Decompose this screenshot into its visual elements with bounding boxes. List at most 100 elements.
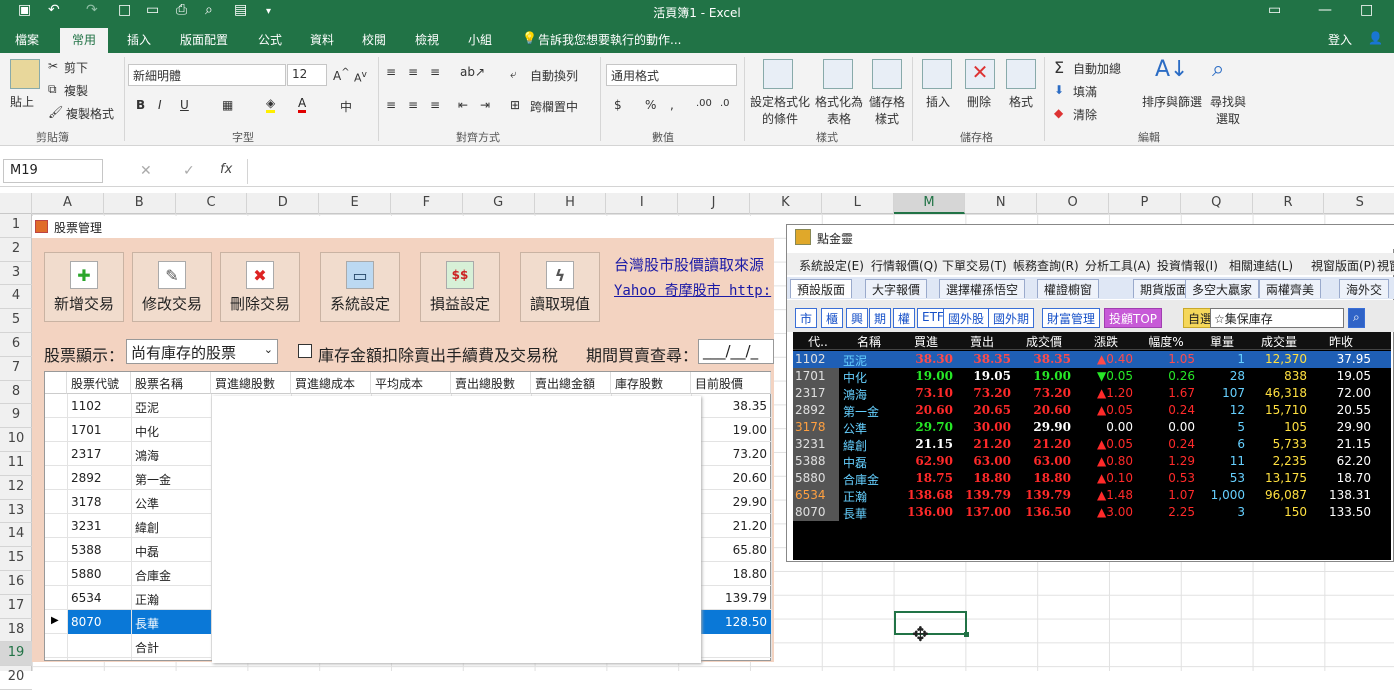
percent-icon[interactable]: % bbox=[645, 98, 656, 112]
fill-color-icon[interactable]: ◈ bbox=[266, 96, 276, 113]
copy-button[interactable]: 複製 bbox=[64, 82, 88, 99]
quote-header-6[interactable]: 漲跌 bbox=[1077, 333, 1135, 350]
row-header-12[interactable]: 12 bbox=[0, 476, 32, 500]
grid-header-8[interactable]: 庫存股數 bbox=[611, 372, 691, 394]
selected-cell[interactable] bbox=[894, 611, 969, 637]
wrap-text-icon[interactable]: ⤶ bbox=[510, 67, 517, 82]
column-header-q[interactable]: Q bbox=[1181, 193, 1253, 214]
quote-menu-item-3[interactable]: 下單交易(T) bbox=[942, 257, 1007, 274]
quote-header-1[interactable]: 代.. bbox=[795, 333, 841, 350]
row-header-6[interactable]: 6 bbox=[0, 333, 32, 357]
minimize-icon[interactable]: — bbox=[1318, 2, 1332, 18]
quote-tool-10[interactable]: 投顧TOP bbox=[1104, 308, 1163, 328]
quote-header-4[interactable]: 賣出 bbox=[953, 333, 1011, 350]
row-header-7[interactable]: 7 bbox=[0, 357, 32, 381]
column-header-k[interactable]: K bbox=[750, 193, 822, 214]
row-header-17[interactable]: 17 bbox=[0, 595, 32, 619]
quote-row[interactable]: 3178 公準 29.70 30.00 29.90 0.00 0.00 5 105 29.90 bbox=[793, 419, 1391, 436]
column-header-n[interactable]: N bbox=[965, 193, 1038, 214]
tab-file[interactable]: 檔案 bbox=[15, 31, 39, 48]
font-color-icon[interactable]: A bbox=[298, 96, 307, 113]
grid-header-2[interactable]: 股票名稱 bbox=[131, 372, 211, 394]
tab-view[interactable]: 檢視 bbox=[415, 31, 439, 48]
format-cells-icon[interactable] bbox=[1006, 59, 1036, 89]
edit-trade-button[interactable]: ✎ 修改交易 bbox=[132, 252, 212, 322]
conditional-format-icon[interactable] bbox=[763, 59, 793, 89]
orientation-icon[interactable]: ab↗ bbox=[460, 65, 485, 79]
quote-tool-3[interactable]: 興 bbox=[846, 308, 869, 328]
bold-icon[interactable]: B bbox=[136, 98, 145, 112]
quote-menu-item-4[interactable]: 帳務查詢(R) bbox=[1013, 257, 1079, 274]
quote-row[interactable]: 5388 中磊 62.90 63.00 63.00 ▲0.80 1.29 11 2,235 62.… bbox=[793, 453, 1391, 470]
row-header-14[interactable]: 14 bbox=[0, 523, 32, 548]
align-top-icon[interactable]: ≡ bbox=[386, 65, 396, 79]
formula-input[interactable] bbox=[247, 159, 1394, 184]
watchlist-select[interactable]: ☆集保庫存 bbox=[1210, 308, 1344, 328]
row-header-1[interactable]: 1 bbox=[0, 214, 32, 238]
align-center-icon[interactable]: ≡ bbox=[408, 98, 418, 112]
quote-menu-item-9[interactable]: 視窗 bbox=[1377, 257, 1394, 274]
column-header-a[interactable]: A bbox=[32, 193, 104, 214]
quote-tool-1[interactable]: 市 bbox=[795, 308, 818, 328]
quote-header-2[interactable]: 名稱 bbox=[841, 333, 897, 350]
delete-trade-button[interactable]: ✖ 刪除交易 bbox=[220, 252, 300, 322]
yahoo-link[interactable]: Yahoo 奇摩股市 http: bbox=[614, 280, 774, 300]
cut-button[interactable]: 剪下 bbox=[64, 59, 88, 76]
quote-tab-1[interactable]: 預設版面 bbox=[790, 279, 853, 298]
quote-menu-item-7[interactable]: 相關連結(L) bbox=[1229, 257, 1293, 274]
italic-icon[interactable]: I bbox=[158, 98, 162, 112]
column-header-m[interactable]: M bbox=[893, 193, 966, 214]
grid-header-3[interactable]: 買進總股數 bbox=[211, 372, 291, 394]
column-header-o[interactable]: O bbox=[1037, 193, 1109, 214]
copy-icon[interactable]: ⧉ bbox=[48, 82, 57, 97]
display-select[interactable]: 尚有庫存的股票 ⌄ bbox=[126, 339, 278, 364]
merge-center-button[interactable]: 跨欄置中 bbox=[530, 98, 578, 115]
align-middle-icon[interactable]: ≡ bbox=[408, 65, 418, 79]
font-name-select[interactable]: 新細明體 bbox=[128, 64, 286, 86]
grid-header-5[interactable]: 平均成本 bbox=[371, 372, 451, 394]
column-header-g[interactable]: G bbox=[463, 193, 535, 214]
quote-row[interactable]: 3231 緯創 21.15 21.20 21.20 ▲0.05 0.24 6 5,733 21.1… bbox=[793, 436, 1391, 453]
format-painter-button[interactable]: 複製格式 bbox=[66, 105, 114, 122]
column-header-l[interactable]: L bbox=[822, 193, 894, 214]
tab-insert[interactable]: 插入 bbox=[127, 31, 151, 48]
row-header-13[interactable]: 13 bbox=[0, 500, 32, 524]
align-right-icon[interactable]: ≡ bbox=[430, 98, 440, 112]
row-header-16[interactable]: 16 bbox=[0, 571, 32, 595]
quote-row[interactable]: 1701 中化 19.00 19.05 19.00 ▼0.05 0.26 28 838 19.05 bbox=[793, 368, 1391, 385]
find-select-button[interactable]: 尋找與選取 bbox=[1208, 93, 1248, 127]
sign-in-link[interactable]: 登入 bbox=[1328, 31, 1352, 48]
grow-font-icon[interactable]: A^ bbox=[333, 67, 350, 83]
select-all-corner[interactable] bbox=[0, 193, 32, 214]
comma-icon[interactable]: , bbox=[670, 98, 674, 112]
delete-cells-icon[interactable]: ✕ bbox=[965, 59, 995, 89]
phonetic-icon[interactable]: 中 bbox=[340, 98, 352, 115]
decrease-indent-icon[interactable]: ⇤ bbox=[458, 98, 468, 112]
font-size-select[interactable]: 12 bbox=[287, 64, 327, 86]
system-settings-button[interactable]: ▭ 系統設定 bbox=[320, 252, 400, 322]
align-left-icon[interactable]: ≡ bbox=[386, 98, 396, 112]
autosum-button[interactable]: 自動加總 bbox=[1073, 60, 1121, 77]
quote-tool-4[interactable]: 期 bbox=[869, 308, 892, 328]
quote-tool-8[interactable]: 國外期 bbox=[988, 308, 1035, 328]
column-header-i[interactable]: I bbox=[606, 193, 679, 214]
column-header-j[interactable]: J bbox=[678, 193, 750, 214]
quote-header-7[interactable]: 幅度% bbox=[1137, 333, 1195, 350]
underline-icon[interactable]: U bbox=[180, 98, 189, 112]
cut-icon[interactable]: ✂ bbox=[48, 59, 58, 73]
conditional-format-button[interactable]: 設定格式化的條件 bbox=[750, 93, 810, 127]
format-painter-icon[interactable]: 🖌 bbox=[48, 105, 63, 119]
quote-tool-9[interactable]: 財富管理 bbox=[1042, 308, 1101, 328]
column-header-r[interactable]: R bbox=[1253, 193, 1325, 214]
quote-menu-item-6[interactable]: 投資情報(I) bbox=[1157, 257, 1218, 274]
quote-header-9[interactable]: 成交量 bbox=[1249, 333, 1309, 350]
format-as-table-icon[interactable] bbox=[823, 59, 853, 89]
increase-indent-icon[interactable]: ⇥ bbox=[480, 98, 490, 112]
row-header-8[interactable]: 8 bbox=[0, 381, 32, 405]
quote-row[interactable]: 1102 亞泥 38.30 38.35 38.35 ▲0.40 1.05 1 12,370 37.… bbox=[793, 351, 1391, 368]
quote-tab-4[interactable]: 權證櫥窗 bbox=[1037, 279, 1100, 298]
quote-tool-2[interactable]: 櫃 bbox=[821, 308, 844, 328]
paste-button[interactable]: 貼上 bbox=[10, 93, 34, 110]
quote-tab-8[interactable]: 海外交 bbox=[1339, 279, 1390, 298]
insert-function-icon[interactable]: fx bbox=[220, 162, 232, 177]
